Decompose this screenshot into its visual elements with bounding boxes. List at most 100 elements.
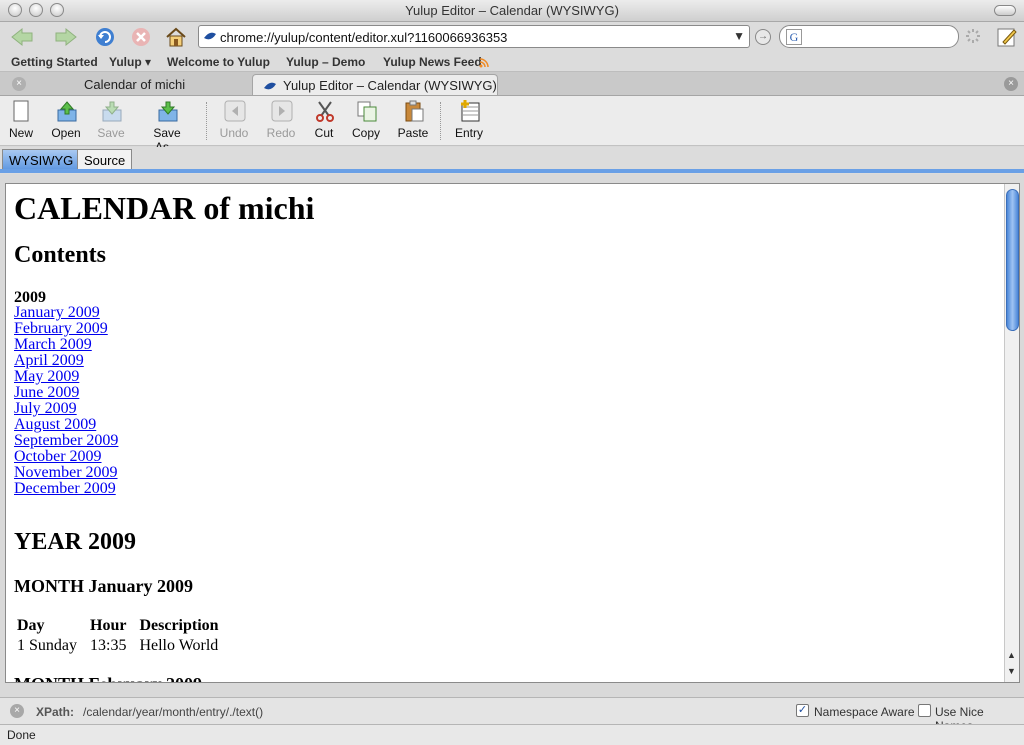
bookmark-yulup-demo[interactable]: Yulup – Demo (286, 55, 365, 69)
cut-label: Cut (314, 126, 334, 140)
bookmark-getting-started[interactable]: Getting Started (11, 55, 98, 69)
search-box[interactable]: G (779, 25, 959, 48)
rss-feed-icon (479, 57, 489, 68)
url-history-dropdown-icon[interactable]: ▼ (733, 29, 745, 43)
undo-button[interactable]: Undo (218, 100, 250, 140)
toolbar-separator (206, 102, 207, 140)
list-item: November 2009 (14, 465, 118, 481)
reload-icon[interactable] (92, 25, 118, 49)
go-button[interactable]: → (755, 29, 771, 45)
entry-hour-cell[interactable]: 13:35 (89, 636, 138, 656)
save-as-button[interactable]: Save As... (140, 100, 194, 154)
toolbar-toggle-button[interactable] (994, 5, 1016, 16)
page-favicon-icon (204, 32, 216, 40)
month-link-may[interactable]: May 2009 (14, 368, 79, 385)
month-link-december[interactable]: December 2009 (14, 480, 116, 497)
save-button[interactable]: Save (95, 100, 127, 140)
save-as-icon (157, 100, 178, 122)
list-item: December 2009 (14, 481, 118, 497)
window-title: Yulup Editor – Calendar (WYSIWYG) (405, 3, 619, 18)
add-entry-icon (459, 100, 480, 122)
month-link-march[interactable]: March 2009 (14, 336, 92, 353)
month-link-list: January 2009 February 2009 March 2009 Ap… (14, 305, 118, 497)
new-button[interactable]: New (6, 100, 36, 140)
paste-label: Paste (397, 126, 429, 140)
copy-label: Copy (351, 126, 380, 140)
entry-button[interactable]: Entry (452, 100, 486, 140)
url-text: chrome://yulup/content/editor.xul?116006… (220, 30, 508, 45)
open-label: Open (51, 126, 81, 140)
yulup-tab-icon (264, 82, 276, 90)
bookmark-yulup-menu[interactable]: Yulup ▾ (109, 55, 151, 69)
list-item: June 2009 (14, 385, 118, 401)
tab-wysiwyg[interactable]: WYSIWYG (2, 149, 81, 171)
open-button[interactable]: Open (48, 100, 84, 140)
tab-source[interactable]: Source (77, 149, 133, 171)
month-link-september[interactable]: September 2009 (14, 432, 118, 449)
namespace-aware-checkbox[interactable]: ✓ (796, 704, 809, 717)
month-link-october[interactable]: October 2009 (14, 448, 102, 465)
tab-close-icon[interactable]: × (12, 77, 26, 91)
bookmark-yulup-news-feed[interactable]: Yulup News Feed (383, 55, 482, 69)
list-item: July 2009 (14, 401, 118, 417)
close-tab-icon[interactable]: × (1004, 77, 1018, 91)
scrollbar-thumb[interactable] (1006, 189, 1019, 331)
list-item: October 2009 (14, 449, 118, 465)
use-nice-names-checkbox[interactable] (918, 704, 931, 717)
copy-button[interactable]: Copy (350, 100, 382, 140)
open-icon (56, 100, 77, 122)
paste-button[interactable]: Paste (396, 100, 430, 140)
month-link-january[interactable]: January 2009 (14, 304, 100, 321)
undo-label: Undo (219, 126, 249, 140)
document-scrollbar[interactable]: ▲ ▼ (1004, 184, 1019, 682)
copy-icon (356, 100, 377, 122)
document-editor-pane[interactable]: CALENDAR of michi Contents 2009 January … (5, 183, 1020, 683)
entry-day-cell[interactable]: 1 Sunday (16, 636, 89, 656)
save-label: Save (97, 126, 125, 140)
xpath-bar: × XPath: /calendar/year/month/entry/./te… (0, 697, 1024, 733)
tab-yulup-editor[interactable]: Yulup Editor – Calendar (WYSIWYG) (252, 74, 498, 95)
month-link-june[interactable]: June 2009 (14, 384, 79, 401)
compose-icon[interactable] (996, 26, 1018, 48)
scroll-down-arrow-icon[interactable]: ▼ (1007, 666, 1016, 676)
bookmarks-toolbar: Getting Started Yulup ▾ Welcome to Yulup… (0, 52, 1024, 72)
month-link-august[interactable]: August 2009 (14, 416, 96, 433)
xpath-value: /calendar/year/month/entry/./text() (83, 705, 264, 719)
month-link-november[interactable]: November 2009 (14, 464, 118, 481)
redo-button[interactable]: Redo (265, 100, 297, 140)
year-heading: YEAR 2009 (14, 529, 137, 555)
xpath-label: XPath: (36, 705, 75, 719)
mode-tab-underline (0, 169, 1024, 173)
search-engine-icon[interactable]: G (786, 29, 802, 45)
home-icon[interactable] (164, 25, 188, 49)
list-item: April 2009 (14, 353, 118, 369)
redo-label: Redo (266, 126, 296, 140)
namespace-aware-label: Namespace Aware (814, 705, 915, 719)
back-icon[interactable] (8, 25, 38, 49)
table-row[interactable]: 1 Sunday 13:35 Hello World (16, 636, 231, 656)
stop-icon[interactable] (130, 25, 152, 49)
cut-button[interactable]: Cut (310, 100, 338, 140)
month-heading: MONTH January 2009 (14, 576, 194, 596)
bookmark-welcome-to-yulup[interactable]: Welcome to Yulup (167, 55, 270, 69)
browser-tab-strip: × Calendar of michi Yulup Editor – Calen… (0, 72, 1024, 96)
list-item: January 2009 (14, 305, 118, 321)
save-icon (101, 100, 122, 122)
column-header-description: Description (139, 617, 219, 634)
close-xpath-bar-icon[interactable]: × (10, 704, 24, 718)
url-bar[interactable]: chrome://yulup/content/editor.xul?116006… (198, 25, 750, 48)
list-item: August 2009 (14, 417, 118, 433)
month-link-july[interactable]: July 2009 (14, 400, 77, 417)
month-link-april[interactable]: April 2009 (14, 352, 84, 369)
list-item: September 2009 (14, 433, 118, 449)
forward-icon[interactable] (50, 25, 80, 49)
entry-description-cell[interactable]: Hello World (138, 636, 230, 656)
redo-icon (271, 100, 293, 122)
entry-label: Entry (454, 126, 483, 140)
list-item: March 2009 (14, 337, 118, 353)
scroll-up-arrow-icon[interactable]: ▲ (1007, 650, 1016, 660)
status-bar: Done (0, 724, 1024, 745)
tab-calendar-of-michi[interactable]: × Calendar of michi (8, 74, 248, 95)
month-link-february[interactable]: February 2009 (14, 320, 108, 337)
new-document-icon (11, 100, 31, 122)
